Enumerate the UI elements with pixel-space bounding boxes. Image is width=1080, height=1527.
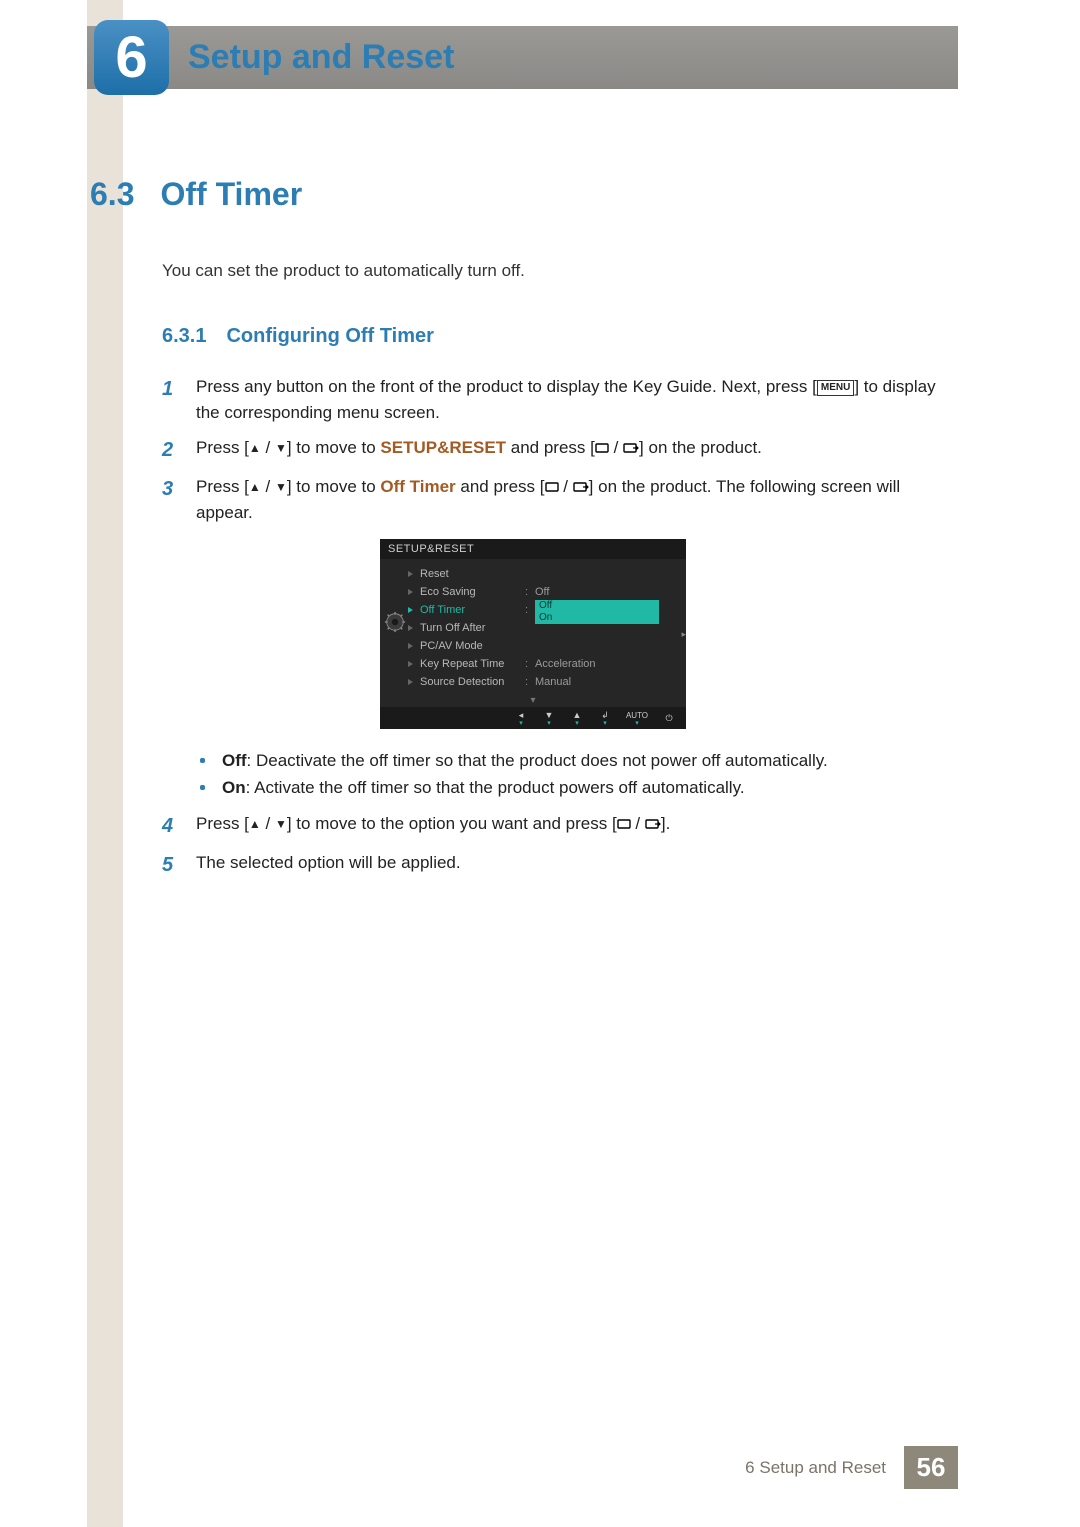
step-text: ] on the product. xyxy=(639,438,762,457)
page-footer: 6 Setup and Reset 56 xyxy=(87,1446,958,1489)
step-text: ] to move to xyxy=(287,477,381,496)
bullet-text: : Deactivate the off timer so that the p… xyxy=(247,751,828,770)
chapter-number-badge: 6 xyxy=(94,20,169,95)
page-content: 6.3 Off Timer You can set the product to… xyxy=(90,176,960,889)
osd-up-icon: ▲▾ xyxy=(566,711,588,727)
triangle-up-icon: ▲ xyxy=(249,478,261,497)
section-intro: You can set the product to automatically… xyxy=(162,261,960,281)
osd-row-value: Acceleration xyxy=(535,658,676,670)
osd-option-on: On xyxy=(535,612,659,624)
menu-button-icon: MENU xyxy=(817,380,854,396)
osd-dropdown-options: Off On xyxy=(535,600,659,624)
display-icon xyxy=(595,435,609,461)
footer-page-number: 56 xyxy=(904,1446,958,1489)
step-text: Press [ xyxy=(196,814,249,833)
osd-row: PC/AV Mode xyxy=(408,637,676,655)
triangle-down-icon: ▼ xyxy=(275,478,287,497)
step-number: 3 xyxy=(162,474,178,527)
step-list-cont: 4 Press [▲ / ▼] to move to the option yo… xyxy=(162,811,960,881)
osd-row: Key Repeat Time:Acceleration xyxy=(408,655,676,673)
source-icon xyxy=(573,474,589,500)
step-2: 2 Press [▲ / ▼] to move to SETUP&RESET a… xyxy=(162,435,960,466)
section-title: Off Timer xyxy=(160,176,302,213)
osd-option-off: Off xyxy=(535,600,659,612)
osd-auto-label: AUTO▾ xyxy=(622,711,652,727)
osd-enter-icon: ↲▾ xyxy=(594,711,616,727)
triangle-down-icon: ▼ xyxy=(275,815,287,834)
osd-row-value: Manual xyxy=(535,676,676,688)
source-icon xyxy=(623,435,639,461)
chevron-right-icon: ▸ xyxy=(681,629,686,640)
osd-row-value: Off xyxy=(535,586,676,598)
step-text: and press [ xyxy=(456,477,545,496)
bullet-off: Off: Deactivate the off timer so that th… xyxy=(200,747,960,774)
target-label: Off Timer xyxy=(380,477,455,496)
step-3: 3 Press [▲ / ▼] to move to Off Timer and… xyxy=(162,474,960,527)
bullet-text: : Activate the off timer so that the pro… xyxy=(246,778,745,797)
osd-title: SETUP&RESET xyxy=(380,539,686,559)
triangle-up-icon: ▲ xyxy=(249,439,261,458)
step-text: ] to move to the option you want and pre… xyxy=(287,814,617,833)
triangle-down-icon: ▼ xyxy=(275,439,287,458)
step-list: 1 Press any button on the front of the p… xyxy=(162,374,960,527)
step-number: 4 xyxy=(162,811,178,842)
osd-power-icon: ⏻ xyxy=(658,714,680,723)
chevron-down-icon: ▾ xyxy=(380,695,686,707)
step-text: ]. xyxy=(661,814,670,833)
osd-row-label: PC/AV Mode xyxy=(420,640,525,652)
target-label: SETUP&RESET xyxy=(380,438,506,457)
osd-footer: ◂▾ ▼▾ ▲▾ ↲▾ AUTO▾ ⏻ xyxy=(380,707,686,729)
triangle-up-icon: ▲ xyxy=(249,815,261,834)
step-number: 2 xyxy=(162,435,178,466)
step-text: Press [ xyxy=(196,438,249,457)
step-5: 5 The selected option will be applied. xyxy=(162,850,960,881)
osd-down-icon: ▼▾ xyxy=(538,711,560,727)
display-icon xyxy=(617,811,631,837)
subsection-number: 6.3.1 xyxy=(162,325,206,348)
osd-screenshot: SETUP&RESET Reset Eco Saving:Off Off Timer… xyxy=(380,539,686,729)
step-text: Press [ xyxy=(196,477,249,496)
footer-chapter-label: 6 Setup and Reset xyxy=(745,1458,904,1478)
subsection-title: Configuring Off Timer xyxy=(226,325,433,348)
osd-row: Source Detection:Manual xyxy=(408,673,676,691)
step-text: The selected option will be applied. xyxy=(196,850,461,881)
osd-row-label: Off Timer xyxy=(420,604,525,616)
bullet-on: On: Activate the off timer so that the p… xyxy=(200,774,960,801)
option-bullets: Off: Deactivate the off timer so that th… xyxy=(200,747,960,801)
step-text: ] to move to xyxy=(287,438,381,457)
subsection-heading: 6.3.1 Configuring Off Timer xyxy=(162,325,960,348)
step-4: 4 Press [▲ / ▼] to move to the option yo… xyxy=(162,811,960,842)
section-heading: 6.3 Off Timer xyxy=(90,176,960,213)
osd-row-label: Reset xyxy=(420,568,525,580)
gear-icon xyxy=(384,611,406,633)
step-number: 5 xyxy=(162,850,178,881)
osd-row: Eco Saving:Off xyxy=(408,583,676,601)
step-text: and press [ xyxy=(506,438,595,457)
osd-back-icon: ◂▾ xyxy=(510,711,532,727)
bullet-term: On xyxy=(222,778,246,797)
osd-row-label: Eco Saving xyxy=(420,586,525,598)
step-text: Press any button on the front of the pro… xyxy=(196,377,817,396)
section-number: 6.3 xyxy=(90,176,134,213)
osd-row-label: Key Repeat Time xyxy=(420,658,525,670)
source-icon xyxy=(645,811,661,837)
osd-row-label: Turn Off After xyxy=(420,622,525,634)
display-icon xyxy=(545,474,559,500)
bullet-term: Off xyxy=(222,751,247,770)
chapter-title: Setup and Reset xyxy=(188,38,454,77)
osd-row: Reset xyxy=(408,565,676,583)
step-number: 1 xyxy=(162,374,178,427)
step-1: 1 Press any button on the front of the p… xyxy=(162,374,960,427)
osd-body: ResetEco Saving:OffOff Timer:Turn Off Af… xyxy=(380,559,686,695)
osd-row-label: Source Detection xyxy=(420,676,525,688)
